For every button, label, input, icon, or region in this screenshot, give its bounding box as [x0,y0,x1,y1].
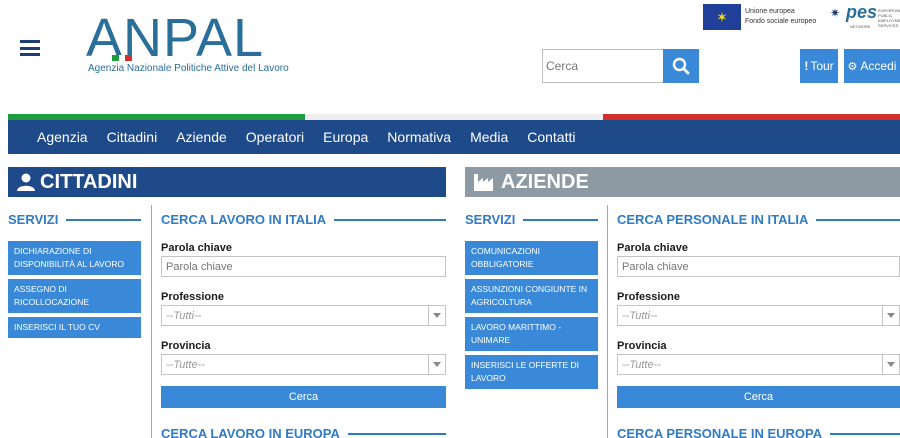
province-value: --Tutte-- [622,358,661,371]
eu-flag-icon: ✶ [703,4,741,30]
search-button[interactable] [663,49,699,83]
eu-line1: Unione europea [745,8,795,15]
pes-logo: ✷ pes EUROPEAN PUBLIC EMPLOYMENT SERVICE… [830,2,900,34]
site-header: ANPAL Agenzia Nazionale Politiche Attive… [0,0,900,112]
cittadini-servizi-list: DICHIARAZIONE DI DISPONIBILITÀ AL LAVORO… [8,241,141,342]
profession-value: --Tutti-- [166,309,202,322]
servizio-comunicazioni[interactable]: COMUNICAZIONI OBBLIGATORIE [465,241,598,275]
chevron-down-icon [882,306,899,325]
chevron-down-icon [882,355,899,374]
cerca-personale-europa-title[interactable]: CERCA PERSONALE IN EUROPA [617,426,900,438]
nav-item-contatti[interactable]: Contatti [527,129,575,145]
tour-label: Tour [810,59,834,73]
aziende-title: AZIENDE [501,170,589,193]
search-input[interactable] [542,49,664,83]
gears-icon: ⚙ [847,60,858,73]
keyword-input[interactable] [161,256,446,277]
keyword-label: Parola chiave [161,242,232,254]
divider [151,205,152,438]
cittadini-title: CITTADINI [40,170,138,193]
aziende-servizi-title: SERVIZI [465,212,598,227]
cittadini-header[interactable]: CITTADINI [8,167,446,197]
province-value: --Tutte-- [166,358,205,371]
profession-select[interactable]: --Tutti-- [161,305,446,326]
province-select[interactable]: --Tutte-- [161,354,446,375]
cittadini-servizi-title: SERVIZI [8,212,141,227]
profession-value: --Tutti-- [622,309,658,322]
anpal-logo[interactable]: ANPAL Agenzia Nazionale Politiche Attive… [86,8,306,78]
keyword-input[interactable] [617,256,900,277]
menu-icon[interactable] [20,40,40,56]
servizio-marittimo[interactable]: LAVORO MARITTIMO - UNIMARE [465,317,598,351]
nav-item-aziende[interactable]: Aziende [176,129,227,145]
cerca-lavoro-europa-title[interactable]: CERCA LAVORO IN EUROPA [161,426,446,438]
profession-select[interactable]: --Tutti-- [617,305,900,326]
login-label: Accedi [860,59,897,73]
province-label: Provincia [161,340,211,352]
cerca-lavoro-italia-title: CERCA LAVORO IN ITALIA [161,212,446,227]
servizio-dichiarazione[interactable]: DICHIARAZIONE DI DISPONIBILITÀ AL LAVORO [8,241,141,275]
nav-item-europa[interactable]: Europa [323,129,368,145]
search-icon [672,57,690,75]
stars-icon: ✷ [830,6,841,20]
chevron-down-icon [428,306,445,325]
eu-logo: ✶ Unione europea Fondo sociale europeo [703,4,823,30]
chevron-down-icon [428,355,445,374]
pes-text: pes [846,2,878,22]
nav-item-agenzia[interactable]: Agenzia [37,129,88,145]
nav-item-normativa[interactable]: Normativa [387,129,451,145]
login-button[interactable]: ⚙ Accedi [844,49,900,83]
nav-item-operatori[interactable]: Operatori [246,129,304,145]
eu-line2: Fondo sociale europeo [745,18,817,25]
servizio-assunzioni[interactable]: ASSUNZIONI CONGIUNTE IN AGRICOLTURA [465,279,598,313]
servizio-offerte[interactable]: INSERISCI LE OFFERTE DI LAVORO [465,355,598,389]
province-select[interactable]: --Tutte-- [617,354,900,375]
keyword-label: Parola chiave [617,242,688,254]
main-nav: Agenzia Cittadini Aziende Operatori Euro… [8,120,900,154]
divider [607,205,608,438]
cerca-lavoro-button[interactable]: Cerca [161,386,446,408]
profession-label: Professione [617,291,680,303]
pes-small: EUROPEAN PUBLIC EMPLOYMENT SERVICES [878,8,900,28]
cerca-personale-button[interactable]: Cerca [617,386,900,408]
profession-label: Professione [161,291,224,303]
servizio-inserisci-cv[interactable]: INSERISCI IL TUO CV [8,317,141,338]
aziende-header[interactable]: AZIENDE [465,167,900,197]
cerca-lavoro-form: Parola chiave Professione --Tutti-- Prov… [161,242,446,408]
cerca-personale-italia-title: CERCA PERSONALE IN ITALIA [617,212,900,227]
cerca-personale-form: Parola chiave Professione --Tutti-- Prov… [617,242,900,408]
nav-item-media[interactable]: Media [470,129,508,145]
logo-flag-icon [112,55,133,61]
pes-sub: NETWORK [850,24,871,29]
factory-icon [474,174,493,191]
province-label: Provincia [617,340,667,352]
logo-subtitle: Agenzia Nazionale Politiche Attive del L… [88,63,289,74]
nav-item-cittadini[interactable]: Cittadini [107,129,158,145]
aziende-servizi-list: COMUNICAZIONI OBBLIGATORIE ASSUNZIONI CO… [465,241,598,393]
user-icon [17,173,35,191]
servizio-assegno[interactable]: ASSEGNO DI RICOLLOCAZIONE [8,279,141,313]
exclamation-icon: ! [804,59,809,73]
tour-button[interactable]: ! Tour [800,49,838,83]
